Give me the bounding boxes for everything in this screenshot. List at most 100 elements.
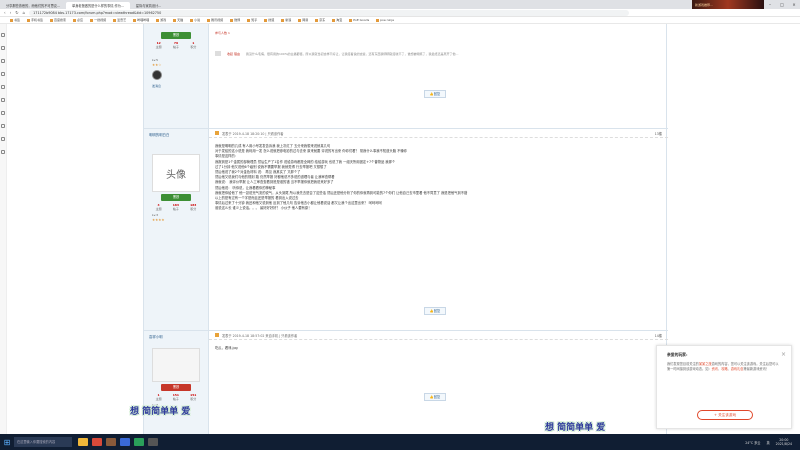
subtitle-overlay: 想 简简单单 爱 [545, 423, 606, 433]
bookmark-item[interactable]: 新浪 [281, 18, 291, 22]
reload-icon[interactable]: ↻ [15, 10, 18, 15]
floor-icon [215, 333, 219, 337]
rank-badge: 黑铁 [161, 384, 191, 391]
rail-icon[interactable] [1, 33, 5, 37]
bookmark-item[interactable]: 微博 [230, 18, 240, 22]
maximize-icon[interactable]: □ [776, 2, 788, 7]
post-author-panel: 明明的明白白 头像 黑铁 4 主题 183 帖子 183 积分 Lv.3 ★★★★ [144, 129, 209, 330]
avatar[interactable]: 头像 [152, 154, 200, 192]
windows-start-icon[interactable]: ⊞ [0, 438, 14, 447]
weather-status[interactable]: 24°C 多云 [745, 440, 760, 445]
forum-thread: 黑铁 12 主题 79 帖子 1 积分 Lv.5 ★★☆ 发消息 参与人数 1 收起 … [143, 24, 668, 434]
rail-icon[interactable] [1, 72, 5, 76]
post-header: 发表于 2019-4-18 18:57:02 来自手机 | 只看该作者 14楼 [209, 331, 668, 340]
home-icon[interactable]: ⌂ [23, 10, 26, 15]
bookmark-item[interactable]: 一搜视频 [90, 18, 106, 22]
file-explorer-icon[interactable] [78, 438, 88, 446]
minimize-icon[interactable]: – [764, 2, 776, 7]
app-icon[interactable] [120, 438, 130, 446]
bookmark-item[interactable]: 百度搜索 [50, 18, 66, 22]
bookmark-item[interactable]: 天猫 [173, 18, 183, 22]
address-bar: ‹ › ↻ ⌂ 171172b9084 bbs.17173.com/forum.… [0, 9, 800, 17]
bookmark-item[interactable]: 爱奇艺 [113, 18, 126, 22]
forward-icon[interactable]: › [10, 10, 12, 15]
post-body: 参与人数 1 收起 理由 我没什么毛病，很有用的100%的主播都懂，所以我就当初… [209, 24, 668, 128]
bookmark-item[interactable]: 淘宝 [332, 18, 342, 22]
reward-row: 收起 理由 我没什么毛病，很有用的100%的主播都懂，所以我就当初这样不好让，让… [215, 51, 655, 56]
floor-number[interactable]: 13楼 [655, 131, 662, 136]
floor-number[interactable]: 14楼 [655, 333, 662, 338]
game-app-icon[interactable] [106, 438, 116, 446]
browser-app-icon[interactable] [92, 438, 102, 446]
bookmark-item[interactable]: 知乎 [247, 18, 257, 22]
rail-icon[interactable] [1, 59, 5, 63]
post-line: 谁说这么长 谁少上说话。。。 最好好好好？ 小伙子 他人要有原！ [215, 206, 312, 211]
popup-title: 亲爱的玩家: [667, 352, 688, 357]
bookmark-item[interactable]: 小说 [190, 18, 200, 22]
rail-icon[interactable] [1, 98, 5, 102]
post-header: 发表于 2019-4-18 18:20:10 | 只看该作者 13楼 [209, 129, 668, 138]
post-body: 发表于 2019-4-18 18:57:02 来自手机 | 只看该作者 14楼 … [209, 331, 668, 434]
medal-icon [152, 70, 162, 80]
taskbar-search-input[interactable]: 在这里输入你要搜索的内容 [14, 437, 72, 447]
rail-icon[interactable] [1, 150, 5, 154]
author-name[interactable]: 嘉祥小明 [144, 331, 208, 342]
bookmark-item[interactable]: 京东 [315, 18, 325, 22]
bookmark-item[interactable]: 搜狐 [264, 18, 274, 22]
sidebar-icon-rail [0, 24, 7, 434]
post-author-panel: 嘉祥小明 黑铁 1 主题 151 帖子 151 积分 Lv.3 [144, 331, 209, 434]
user-stats: 12 主题 79 帖子 1 积分 [155, 41, 197, 49]
bookmark-item[interactable]: poe ninja [376, 18, 394, 22]
bookmark-item[interactable]: PoE Goods [349, 18, 369, 22]
rail-icon[interactable] [1, 111, 5, 115]
rail-icon[interactable] [1, 46, 5, 50]
post-author-panel: 黑铁 12 主题 79 帖子 1 积分 Lv.5 ★★☆ 发消息 [144, 24, 209, 128]
thumbnail-preview[interactable]: 新游戏推荐... [692, 0, 764, 9]
browser-tab-2[interactable]: 单身老爸做的是什么样的事情,作为... [66, 2, 130, 9]
rail-icon[interactable] [1, 137, 5, 141]
close-icon[interactable]: × [788, 2, 800, 7]
taskbar: ⊞ 在这里输入你要搜索的内容 24°C 多云 英 20:00 2021/8/24 [0, 434, 800, 450]
browser-tab-3[interactable]: 星际与家具设计... [130, 2, 167, 9]
like-button[interactable]: 👍回复 [424, 393, 446, 401]
app-icon[interactable] [134, 438, 144, 446]
subtitle-overlay: 想 简简单单 爱 [130, 407, 191, 417]
bookmark-item[interactable]: 网易 [298, 18, 308, 22]
bookmarks-bar: 书签 手机书签 百度搜索 必应 一搜视频 爱奇艺 哔哩哔哩 游戏 天猫 小说 腾讯视频 微博 知乎 搜狐 新… [0, 17, 800, 24]
like-button[interactable]: 👍回复 [424, 307, 446, 315]
system-tray: 24°C 多云 英 20:00 2021/8/24 [745, 438, 800, 446]
bookmark-item[interactable]: 游戏 [156, 18, 166, 22]
bookmark-item[interactable]: 腾讯视频 [207, 18, 223, 22]
post-body: 发表于 2019-4-18 18:20:10 | 只看该作者 13楼 我就是明明… [209, 129, 668, 330]
bookmark-item[interactable]: 书签 [10, 18, 20, 22]
star-icons: ★★☆ [152, 63, 162, 67]
send-message-link[interactable]: 发消息 [144, 83, 208, 89]
bookmark-item[interactable]: 必应 [73, 18, 83, 22]
popup-text: 我们发现您目前关注的某某之旅游戏的内容，您可以关注该游戏。关注后您可以第一时间接… [667, 362, 779, 371]
follow-game-popup: × 亲爱的玩家: 我们发现您目前关注的某某之旅游戏的内容，您可以关注该游戏。关注… [656, 345, 792, 429]
url-input[interactable]: 171172b9084 bbs.17173.com/forum.php?mod=… [29, 9, 630, 16]
user-stats: 4 主题 183 帖子 183 积分 [155, 203, 197, 211]
follow-game-button[interactable]: + 关注该游戏 [697, 410, 753, 420]
star-icons: ★★★★ [152, 218, 165, 222]
bookmark-item[interactable]: 哔哩哔哩 [133, 18, 149, 22]
rail-icon[interactable] [1, 124, 5, 128]
author-name[interactable]: 明明的明白白 [144, 129, 208, 140]
post-text: 我就是明明的几成 有人用小号发发告诉我 我上次红了 五分来我想来说就真几句 对于发… [209, 138, 668, 212]
rail-icon[interactable] [1, 85, 5, 89]
like-button[interactable]: 👍回复 [424, 90, 446, 98]
language-indicator[interactable]: 英 [766, 440, 769, 445]
floor-icon [215, 131, 219, 135]
page-content: 黑铁 12 主题 79 帖子 1 积分 Lv.5 ★★☆ 发消息 参与人数 1 收起 … [7, 24, 800, 434]
rank-badge: 黑铁 [161, 32, 191, 39]
avatar[interactable] [152, 348, 200, 382]
clock[interactable]: 20:00 2021/8/24 [776, 438, 792, 446]
browser-tab-bar: 分享那些熟悉的，而他们的不可思议... 单身老爸做的是什么样的事情,作为... … [0, 0, 800, 9]
back-icon[interactable]: ‹ [4, 10, 6, 15]
rank-badge: 黑铁 [161, 194, 191, 201]
bookmark-item[interactable]: 手机书签 [27, 18, 43, 22]
browser-tab-1[interactable]: 分享那些熟悉的，而他们的不可思议... [0, 2, 66, 9]
avatar [215, 51, 221, 56]
app-icon[interactable] [148, 438, 158, 446]
close-icon[interactable]: × [781, 351, 786, 358]
